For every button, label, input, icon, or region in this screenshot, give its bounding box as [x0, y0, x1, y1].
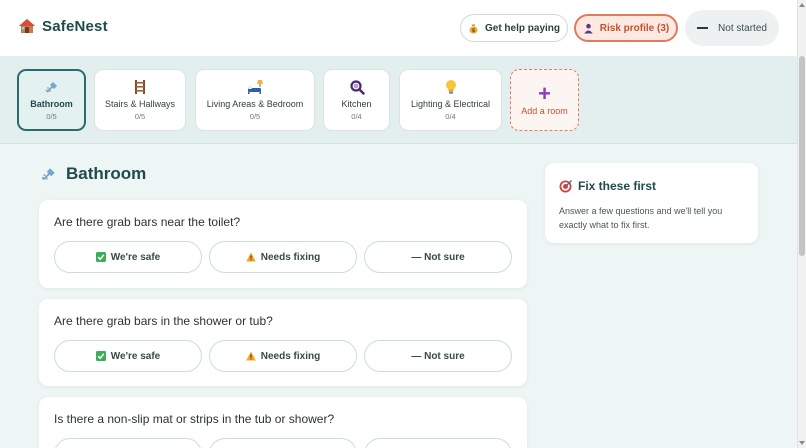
answer-needs-fixing-label: Needs fixing [260, 350, 321, 362]
person-icon [583, 23, 593, 33]
room-name: Living Areas & Bedroom [206, 99, 304, 109]
room-tab-lighting-electrical[interactable]: Lighting & Electrical 0/4 [399, 69, 502, 131]
room-progress-count: 0/5 [46, 112, 57, 121]
room-tab-bathroom[interactable]: Bathroom 0/5 [17, 69, 86, 131]
brand-name: SafeNest [42, 17, 108, 35]
room-tab-kitchen[interactable]: Kitchen 0/4 [323, 69, 390, 131]
scroll-down-arrow-icon[interactable] [799, 440, 805, 446]
scroll-thumb[interactable] [799, 56, 805, 256]
room-tab-living-areas-bedroom[interactable]: Living Areas & Bedroom 0/5 [195, 69, 315, 131]
bed-lamp-icon [248, 80, 263, 94]
magnifier-icon [349, 80, 365, 95]
money-bag-icon: $ [469, 24, 478, 33]
answer-safe-label: We're safe [110, 251, 161, 263]
page-title: Bathroom [66, 164, 147, 183]
answer-safe-label: We're safe [110, 350, 161, 362]
question-text: Is there a non-slip mat or strips in the… [54, 412, 335, 426]
room-name: Stairs & Hallways [104, 99, 176, 109]
add-room-label: Add a room [521, 105, 568, 116]
question-card: Are there grab bars in the shower or tub… [39, 299, 527, 386]
page-scrollbar[interactable] [797, 0, 806, 448]
room-progress-count: 0/4 [351, 112, 362, 121]
question-card: Are there grab bars near the toilet? We'… [39, 200, 527, 288]
house-icon [19, 19, 35, 33]
room-name: Lighting & Electrical [410, 99, 491, 109]
answer-needs-fixing-button[interactable] [209, 438, 357, 448]
answer-needs-fixing-button[interactable]: Needs fixing [209, 241, 357, 273]
svg-text:$: $ [472, 27, 476, 33]
answer-safe-button[interactable] [54, 438, 202, 448]
answer-not-sure-button[interactable] [364, 438, 512, 448]
plus-icon: + [538, 80, 551, 106]
room-progress-count: 0/5 [249, 112, 261, 121]
question-card: Is there a non-slip mat or strips in the… [39, 397, 527, 448]
get-help-paying-label: Get help paying [484, 22, 560, 34]
dash-icon [697, 27, 709, 29]
shower-icon [41, 168, 55, 181]
room-name: Bathroom [30, 99, 73, 109]
risk-profile-label: Risk profile (3) [599, 22, 670, 34]
shower-icon [45, 82, 57, 93]
warning-icon [245, 252, 256, 262]
lightbulb-icon [445, 80, 456, 94]
answer-safe-button[interactable]: We're safe [54, 241, 202, 273]
answer-needs-fixing-button[interactable]: Needs fixing [209, 340, 357, 372]
progress-status-badge: Not started [685, 10, 779, 46]
answer-needs-fixing-label: Needs fixing [260, 251, 321, 263]
fix-first-heading: Fix these first [559, 179, 656, 193]
answer-not-sure-button[interactable]: — Not sure [364, 340, 512, 372]
warning-icon [245, 351, 256, 361]
room-progress-count: 0/5 [134, 112, 146, 121]
room-tab-stairs-hallways[interactable]: Stairs & Hallways 0/5 [94, 69, 186, 131]
answer-not-sure-label: — Not sure [411, 251, 465, 263]
question-text: Are there grab bars in the shower or tub… [54, 314, 273, 328]
room-progress-count: 0/4 [445, 112, 456, 121]
status-label: Not started [718, 22, 767, 34]
target-icon [559, 179, 572, 192]
section-heading: Bathroom [40, 164, 146, 184]
fix-first-title: Fix these first [578, 179, 657, 193]
checkmark-icon [95, 351, 106, 361]
room-selector-bar: Bathroom 0/5 Stairs & Hallways 0/5 Livin… [0, 56, 797, 144]
answer-not-sure-label: — Not sure [411, 350, 465, 362]
fix-first-description: Answer a few questions and we'll tell yo… [559, 206, 723, 230]
room-name: Kitchen [341, 99, 372, 109]
checkmark-icon [95, 252, 106, 262]
fix-first-card: Fix these first Answer a few questions a… [545, 163, 758, 243]
ladder-icon [135, 80, 145, 94]
scroll-up-arrow-icon[interactable] [799, 2, 805, 8]
get-help-paying-button[interactable]: $ Get help paying [460, 14, 568, 42]
answer-not-sure-button[interactable]: — Not sure [364, 241, 512, 273]
top-header: SafeNest $ Get help paying Risk profile … [0, 0, 797, 56]
risk-profile-button[interactable]: Risk profile (3) [574, 14, 678, 42]
add-room-button[interactable]: + Add a room [510, 69, 579, 131]
question-text: Are there grab bars near the toilet? [54, 215, 241, 229]
answer-safe-button[interactable]: We're safe [54, 340, 202, 372]
brand[interactable]: SafeNest [18, 17, 108, 35]
